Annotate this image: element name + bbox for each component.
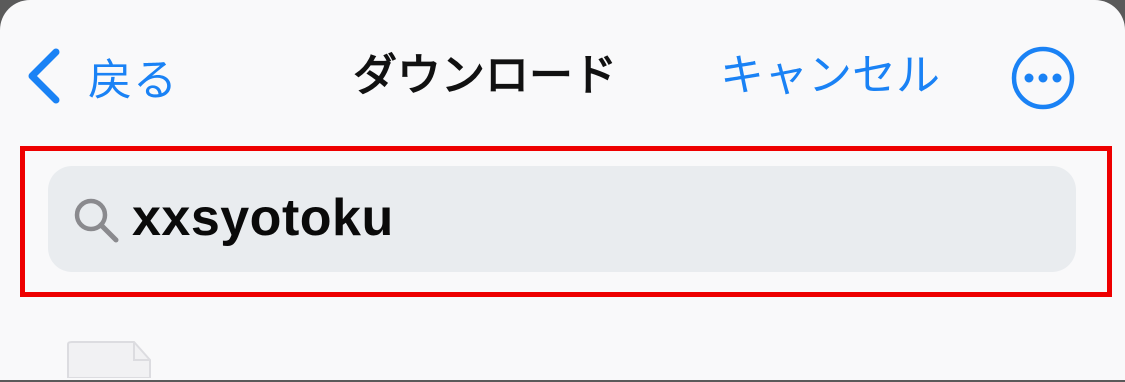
document-icon (64, 338, 160, 379)
navigation-bar: 戻る ダウンロード キャンセル (0, 0, 1125, 150)
search-icon (70, 194, 124, 248)
back-label: 戻る (88, 55, 178, 106)
ellipsis-circle-icon (1010, 46, 1076, 115)
more-button[interactable] (1010, 45, 1076, 111)
back-button[interactable]: 戻る (24, 44, 178, 108)
search-input[interactable]: xxsyotoku (132, 166, 394, 272)
download-sheet: 戻る ダウンロード キャンセル xxsyotoku (0, 0, 1125, 380)
cancel-button[interactable]: キャンセル (720, 44, 940, 108)
chevron-left-icon (24, 44, 64, 108)
page-title: ダウンロード (353, 50, 617, 101)
search-field[interactable]: xxsyotoku (48, 166, 1076, 272)
